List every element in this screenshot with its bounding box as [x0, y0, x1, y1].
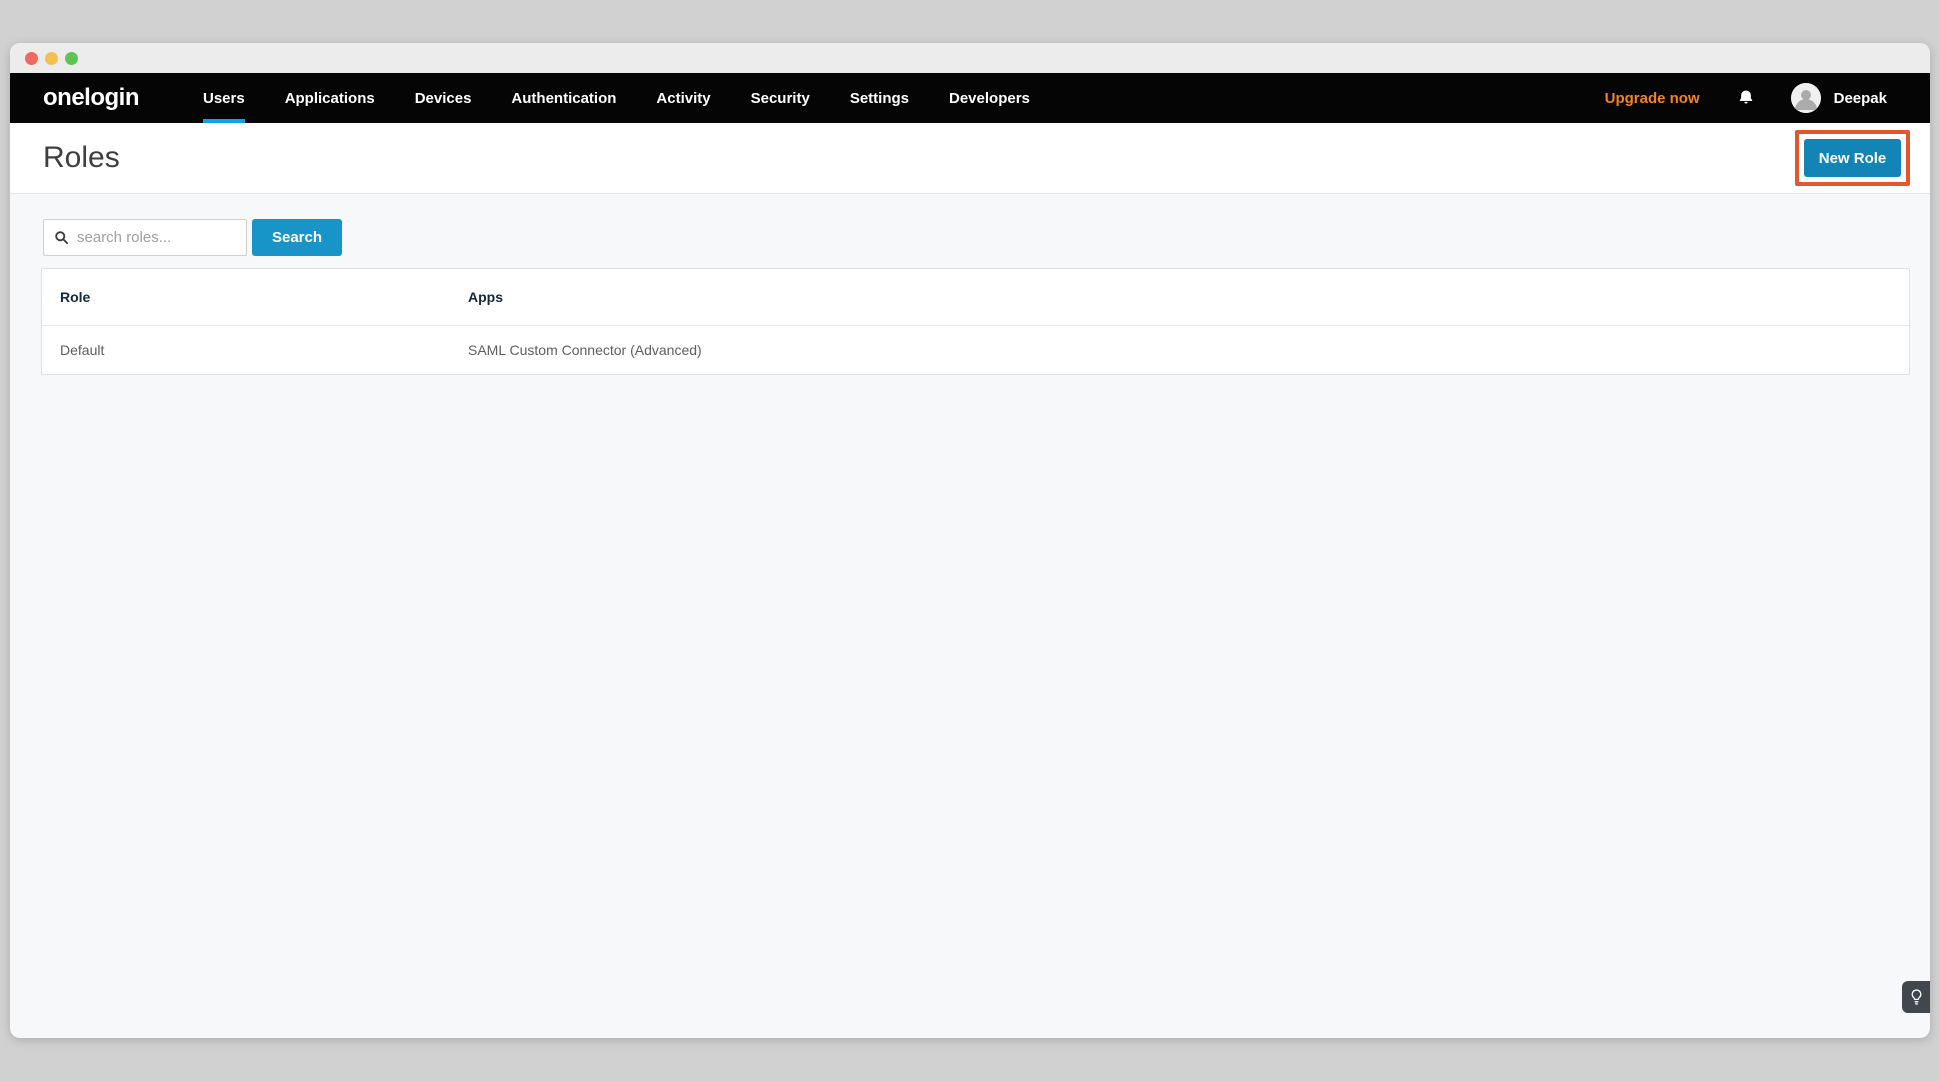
- roles-table: Role Apps Default SAML Custom Connector …: [41, 268, 1910, 375]
- annotation-highlight-box: New Role: [1795, 130, 1910, 186]
- nav-item-developers[interactable]: Developers: [929, 73, 1050, 123]
- table-row[interactable]: Default SAML Custom Connector (Advanced): [42, 326, 1909, 374]
- onelogin-logo: onelogin: [43, 84, 139, 112]
- user-name[interactable]: Deepak: [1834, 90, 1887, 107]
- minimize-window-button[interactable]: [45, 52, 58, 65]
- help-lightbulb-tab[interactable]: [1902, 981, 1930, 1013]
- column-header-role[interactable]: Role: [42, 289, 468, 305]
- page-header: Roles New Role: [10, 123, 1930, 194]
- notifications-bell-icon[interactable]: [1737, 88, 1755, 108]
- browser-window: onelogin Users Applications Devices Auth…: [10, 43, 1930, 1038]
- new-role-button[interactable]: New Role: [1804, 139, 1901, 177]
- page-title: Roles: [43, 141, 120, 175]
- upgrade-now-link[interactable]: Upgrade now: [1605, 90, 1700, 107]
- search-row: Search: [43, 219, 1910, 256]
- top-navigation-bar: onelogin Users Applications Devices Auth…: [10, 73, 1930, 123]
- lightbulb-icon: [1910, 989, 1923, 1005]
- nav-item-security[interactable]: Security: [731, 73, 830, 123]
- search-button[interactable]: Search: [252, 219, 342, 256]
- nav-item-settings[interactable]: Settings: [830, 73, 929, 123]
- nav-right-section: Upgrade now Deepak: [1605, 73, 1887, 123]
- search-icon: [54, 230, 69, 245]
- desktop-background: onelogin Users Applications Devices Auth…: [0, 0, 1940, 1081]
- nav-item-authentication[interactable]: Authentication: [491, 73, 636, 123]
- apps-cell: SAML Custom Connector (Advanced): [468, 342, 1909, 358]
- zoom-window-button[interactable]: [65, 52, 78, 65]
- table-header-row: Role Apps: [42, 269, 1909, 326]
- role-cell[interactable]: Default: [42, 342, 468, 358]
- search-box: [43, 219, 247, 256]
- close-window-button[interactable]: [25, 52, 38, 65]
- nav-item-applications[interactable]: Applications: [265, 73, 395, 123]
- primary-nav: Users Applications Devices Authenticatio…: [183, 73, 1050, 123]
- nav-item-devices[interactable]: Devices: [395, 73, 492, 123]
- nav-item-users[interactable]: Users: [183, 73, 265, 123]
- window-titlebar: [10, 43, 1930, 73]
- column-header-apps[interactable]: Apps: [468, 289, 1909, 305]
- search-roles-input[interactable]: [77, 229, 238, 246]
- user-avatar[interactable]: [1791, 83, 1821, 113]
- main-content: Search Role Apps Default SAML Custom Con…: [10, 194, 1930, 375]
- nav-item-activity[interactable]: Activity: [636, 73, 730, 123]
